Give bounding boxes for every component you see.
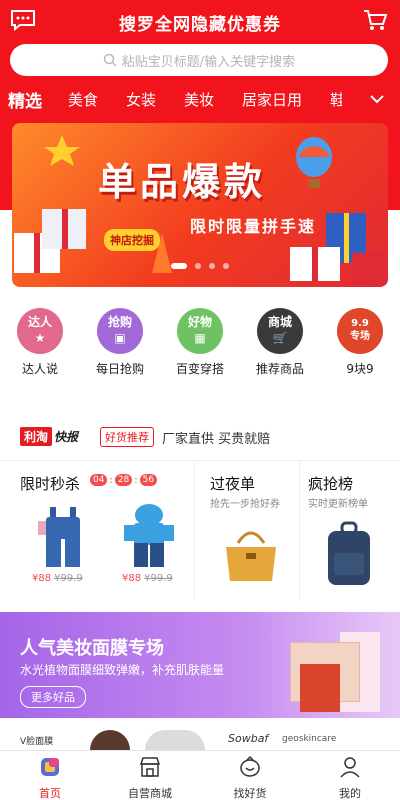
find-goods-icon: [240, 755, 260, 777]
home-icon: [41, 758, 59, 776]
shortcut-outfit[interactable]: 好物 ▦ 百变穿搭: [160, 308, 240, 377]
overnight-card[interactable]: 过夜单 抢先一步抢好券: [202, 461, 300, 599]
deals-section: 限时秒杀 04: 28: 56 ¥88 ¥99.9 ¥88 ¥99.9 过夜单 …: [0, 460, 400, 599]
model-image: [90, 730, 130, 750]
profile-icon: [340, 757, 360, 778]
shortcut-label: 推荐商品: [255, 362, 304, 376]
banner-subline: 限时限量拼手速: [190, 217, 317, 236]
bottom-tab-bar: 首页 自营商城 找好货 我的: [0, 750, 400, 800]
hot-list-subtitle: 实时更新榜单: [308, 499, 368, 510]
product-image[interactable]: [114, 501, 184, 571]
product-box-image: [300, 664, 340, 712]
shortcut-label: 9块9: [346, 362, 374, 376]
search-bar[interactable]: 粘贴宝贝标题/输入关键字搜索: [10, 44, 388, 76]
carousel-dot[interactable]: [223, 263, 229, 269]
tab-beauty[interactable]: 美妆: [184, 89, 214, 110]
product-price: ¥88 ¥99.9: [122, 573, 173, 584]
tab-store[interactable]: 自营商城: [110, 755, 190, 800]
search-icon: [103, 53, 117, 67]
shortcut-recommend[interactable]: 商城 🛒 推荐商品: [240, 308, 320, 377]
overnight-title: 过夜单: [210, 475, 256, 493]
shortcut-daren[interactable]: 达人 ★ 达人说: [0, 308, 80, 377]
tab-home[interactable]: 首页: [10, 755, 90, 800]
chevron-down-icon[interactable]: [368, 90, 386, 108]
strip-label: V脸面膜: [20, 737, 54, 747]
news-text: 厂家直供 买贵就赔: [162, 432, 271, 447]
cart-icon[interactable]: [362, 7, 388, 33]
product-price: ¥88 ¥99.9: [32, 573, 83, 584]
flash-sale-title: 限时秒杀: [20, 475, 81, 493]
news-strip[interactable]: 利淘 快报 好货推荐 厂家直供 买贵就赔: [0, 420, 400, 454]
tab-featured[interactable]: 精选: [8, 87, 42, 112]
beauty-subtitle: 水光植物面膜细致弹嫩，补充肌肤能量: [20, 663, 225, 677]
hot-list-title: 疯抢榜: [308, 475, 354, 493]
tab-find-goods[interactable]: 找好货: [210, 755, 290, 800]
category-tabs: 精选 美食 女装 美妆 居家日用 鞋: [0, 84, 400, 118]
store-icon: [139, 757, 161, 777]
more-goods-button[interactable]: 更多好品: [20, 686, 86, 708]
backpack-image: [328, 521, 370, 585]
model-image: [145, 730, 205, 750]
hot-list-card[interactable]: 疯抢榜 实时更新榜单: [300, 461, 398, 599]
tab-women[interactable]: 女装: [126, 89, 156, 110]
tab-household[interactable]: 居家日用: [242, 89, 302, 110]
product-image[interactable]: [28, 501, 98, 571]
shortcut-label: 百变穿搭: [175, 362, 224, 376]
beauty-title: 人气美妆面膜专场: [20, 638, 164, 659]
top-bar: 搜罗全网隐藏优惠券: [0, 0, 400, 42]
gift-icon: 好物 ▦: [177, 308, 223, 354]
tab-shoes[interactable]: 鞋: [330, 89, 342, 110]
brand-label: Sowbaf: [228, 732, 269, 745]
tab-profile[interactable]: 我的: [310, 755, 390, 800]
app-screen: 搜罗全网隐藏优惠券 粘贴宝贝标题/输入关键字搜索 精选 美食 女装 美妆 居家日…: [0, 0, 400, 800]
shopping-cart-icon: 商城 🛒: [257, 308, 303, 354]
handbag-image: [226, 531, 276, 581]
carousel-dot[interactable]: [209, 263, 215, 269]
flash-sale-card[interactable]: 限时秒杀 04: 28: 56 ¥88 ¥99.9 ¥88 ¥99.9: [10, 461, 195, 599]
banner-headline: 单品爆款: [98, 160, 267, 204]
shortcut-nine-nine[interactable]: 9.9 专场 9块9: [320, 308, 400, 377]
news-logo: 利淘 快报: [20, 426, 78, 446]
page-title: 搜罗全网隐藏优惠券: [119, 15, 281, 35]
shortcut-label: 达人说: [21, 362, 58, 376]
brand-strip: V脸面膜 Sowbaf geoskincare: [0, 726, 400, 750]
daren-icon: 达人 ★: [17, 308, 63, 354]
search-placeholder: 粘贴宝贝标题/输入关键字搜索: [121, 54, 296, 70]
tab-food[interactable]: 美食: [68, 89, 98, 110]
rush-icon: 抢购 ▣: [97, 308, 143, 354]
nine-nine-icon: 9.9 专场: [337, 308, 383, 354]
carousel-dot[interactable]: [195, 263, 201, 269]
brand-label: geoskincare: [282, 734, 337, 744]
beauty-banner[interactable]: 人气美妆面膜专场 水光植物面膜细致弹嫩，补充肌肤能量 更多好品: [0, 612, 400, 718]
carousel-dots: [12, 254, 388, 273]
overnight-subtitle: 抢先一步抢好券: [210, 499, 280, 510]
shortcut-label: 每日抢购: [95, 362, 144, 376]
shortcut-daily-rush[interactable]: 抢购 ▣ 每日抢购: [80, 308, 160, 377]
banner-tag: 神店挖掘: [104, 229, 160, 251]
news-badge: 好货推荐: [100, 427, 154, 447]
countdown-timer: 04: 28: 56: [90, 474, 158, 486]
promo-banner[interactable]: 单品爆款 限时限量拼手速 神店挖掘: [12, 123, 388, 287]
carousel-dot[interactable]: [171, 263, 187, 269]
shortcut-grid: 达人 ★ 达人说 抢购 ▣ 每日抢购 好物 ▦ 百变穿搭 商城 🛒 推荐商品 9.9 专场…: [0, 308, 400, 390]
